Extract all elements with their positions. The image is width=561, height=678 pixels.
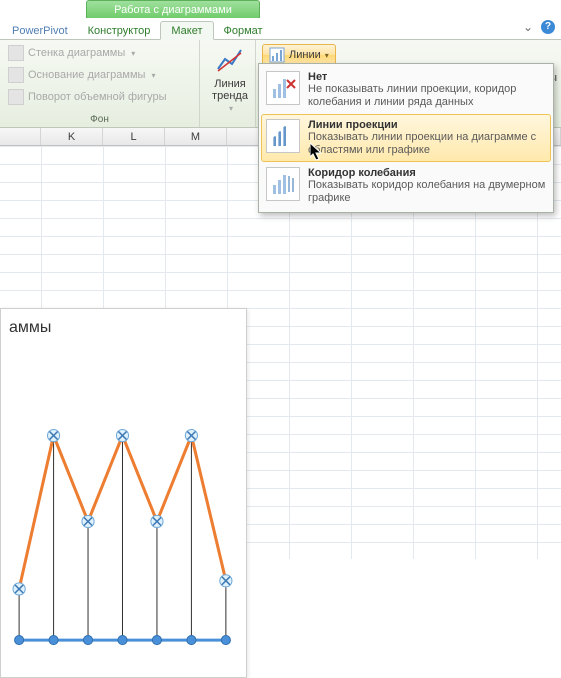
projection-lines-icon (266, 119, 300, 153)
menu-item-none[interactable]: Нет Не показывать линии проекции, коридо… (261, 66, 551, 114)
chart-floor-button: Основание диаграммы▾ (6, 64, 193, 86)
ribbon-tabs: PowerPivot Конструктор Макет Формат ⌄ ? (0, 18, 561, 40)
tab-layout[interactable]: Макет (160, 21, 213, 40)
tab-format[interactable]: Формат (214, 22, 273, 39)
chevron-down-icon: ▾ (131, 49, 135, 58)
chart-object[interactable]: аммы (0, 308, 247, 678)
group-label-background: Фон (6, 113, 193, 127)
lines-none-icon (266, 71, 300, 105)
chart-title[interactable]: аммы (1, 309, 246, 341)
highlow-lines-icon (266, 167, 300, 201)
chart-floor-icon (8, 67, 24, 83)
trendline-icon (214, 44, 246, 76)
lines-icon (269, 47, 285, 63)
chevron-down-icon: ▾ (151, 71, 155, 80)
chart-plot-area[interactable] (11, 409, 234, 652)
tab-constructor[interactable]: Конструктор (78, 22, 161, 39)
chart-wall-icon (8, 45, 24, 61)
chart-wall-button: Стенка диаграммы▾ (6, 42, 193, 64)
tab-powerpivot[interactable]: PowerPivot (2, 22, 78, 39)
contextual-tab-bar: Работа с диаграммами (0, 0, 561, 18)
group-background: Стенка диаграммы▾ Основание диаграммы▾ П… (0, 40, 200, 127)
minimize-ribbon-icon[interactable]: ⌄ (523, 20, 533, 34)
col-header[interactable]: L (103, 128, 165, 145)
lines-dropdown-menu: Нет Не показывать линии проекции, коридо… (258, 63, 554, 213)
menu-item-highlow-lines[interactable]: Коридор колебания Показывать коридор кол… (261, 162, 551, 210)
chevron-down-icon: ▾ (325, 51, 329, 60)
group-trendline: Линиятренда ▾ (200, 40, 256, 127)
col-header[interactable]: M (165, 128, 227, 145)
rotate-3d-icon (8, 89, 24, 105)
col-header[interactable] (0, 128, 41, 145)
help-icon[interactable]: ? (541, 20, 555, 34)
chart-tools-contextual-tab: Работа с диаграммами (86, 0, 260, 18)
rotate-3d-button: Поворот объемной фигуры (6, 86, 193, 108)
menu-item-projection-lines[interactable]: Линии проекции Показывать линии проекции… (261, 114, 551, 162)
chevron-down-icon: ▾ (229, 104, 233, 113)
trendline-button[interactable]: Линиятренда ▾ (206, 42, 254, 115)
col-header[interactable]: K (41, 128, 103, 145)
